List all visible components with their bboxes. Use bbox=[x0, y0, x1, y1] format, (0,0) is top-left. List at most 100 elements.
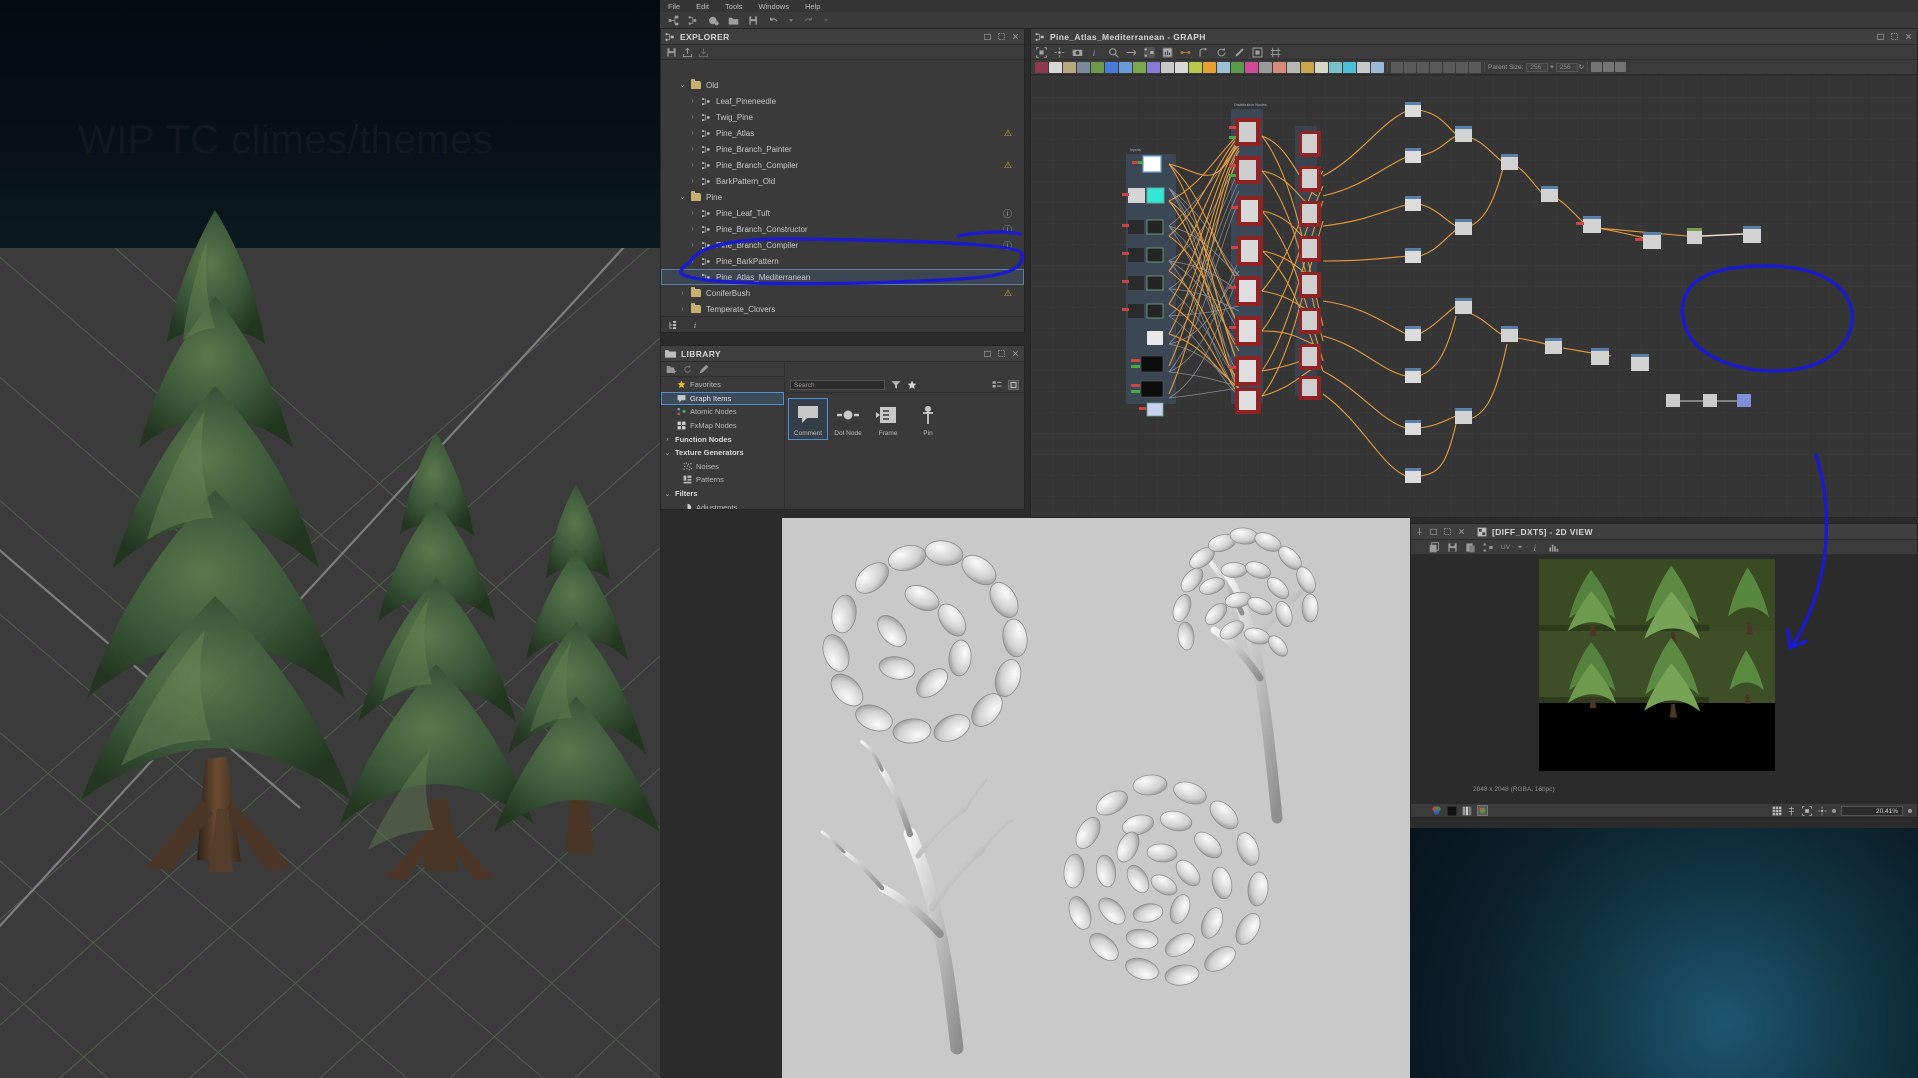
library-category-row[interactable]: Graph Items bbox=[661, 391, 784, 406]
link-icon[interactable] bbox=[1126, 47, 1137, 58]
pin-align-icon[interactable] bbox=[1603, 62, 1615, 72]
import-icon[interactable] bbox=[698, 47, 709, 58]
color-mode-icon[interactable] bbox=[1477, 805, 1488, 816]
alpha-icon[interactable] bbox=[1447, 806, 1457, 816]
graph-toolbar-secondary[interactable]: Parent Size: 256 ⚭ 256 ↻ bbox=[1031, 60, 1917, 75]
dot-pair-icon[interactable] bbox=[1591, 62, 1603, 72]
pivot-icon[interactable] bbox=[1054, 47, 1065, 58]
maximize-icon[interactable] bbox=[1443, 527, 1452, 536]
new-graph-icon[interactable] bbox=[668, 15, 679, 26]
library-search-bar[interactable]: Search bbox=[785, 378, 1024, 393]
graph-node-preset-chip[interactable] bbox=[1273, 61, 1286, 73]
view-3d-icon[interactable] bbox=[1404, 61, 1416, 73]
explorer-graph-row[interactable]: › Pine_Branch_Compiler ⚠ bbox=[661, 157, 1024, 173]
export-icon[interactable] bbox=[682, 47, 693, 58]
new-category-icon[interactable] bbox=[666, 364, 677, 375]
dot-node-icon[interactable] bbox=[1443, 61, 1455, 73]
graph-node-preset-chip[interactable] bbox=[1301, 61, 1314, 73]
zoom-level-field[interactable]: 20.41% bbox=[1841, 805, 1903, 816]
library-category-row[interactable]: Adjustments bbox=[661, 500, 784, 509]
maximize-icon[interactable] bbox=[997, 349, 1006, 358]
reset-icon[interactable]: ↻ bbox=[1579, 63, 1584, 71]
graph-node-preset-chip[interactable] bbox=[1035, 61, 1048, 73]
pen-icon[interactable] bbox=[1234, 47, 1245, 58]
hierarchy-icon[interactable] bbox=[668, 320, 678, 330]
zoom-out-dot[interactable] bbox=[1832, 808, 1836, 813]
explorer-folder-row[interactable]: ⌄ Pine bbox=[661, 189, 1024, 205]
mesh-preview-canvas[interactable] bbox=[782, 518, 1410, 1078]
chevron-right-icon[interactable]: › bbox=[679, 306, 686, 313]
histogram-icon[interactable] bbox=[1548, 542, 1559, 553]
link-size-icon[interactable]: ⚭ bbox=[1549, 63, 1554, 71]
restore-icon[interactable] bbox=[1429, 527, 1438, 536]
explorer-graph-row[interactable]: › Pine_Branch_Painter bbox=[661, 141, 1024, 157]
list-view-icon[interactable] bbox=[992, 380, 1002, 390]
explorer-footer[interactable]: i bbox=[661, 316, 1024, 332]
chevron-right-icon[interactable]: › bbox=[689, 210, 696, 217]
viewport-3d[interactable]: WIP TC climes/themes bbox=[0, 0, 660, 1078]
chevron-right-icon[interactable]: › bbox=[689, 274, 696, 281]
center-icon[interactable] bbox=[1817, 806, 1827, 816]
info-italic-icon[interactable]: i bbox=[1090, 47, 1101, 58]
graph-node-preset-chip[interactable] bbox=[1063, 61, 1076, 73]
reroute-icon[interactable] bbox=[1198, 47, 1209, 58]
frame-sel-icon[interactable] bbox=[1252, 47, 1263, 58]
graph-node-preset-chip[interactable] bbox=[1357, 61, 1370, 73]
info-badge-icon[interactable]: ⓘ bbox=[1003, 223, 1012, 236]
explorer-graph-row[interactable]: › Pine_Branch_Compiler ⓘ bbox=[661, 237, 1024, 253]
view2d-footer[interactable]: 20.41% bbox=[1411, 803, 1917, 817]
graph-node-preset-chip[interactable] bbox=[1343, 61, 1356, 73]
fit-icon[interactable] bbox=[1802, 805, 1812, 816]
chevron-right-icon[interactable]: › bbox=[689, 130, 696, 137]
chevron-right-icon[interactable]: › bbox=[689, 146, 696, 153]
menu-help[interactable]: Help bbox=[805, 2, 820, 11]
graph-node-preset-chip[interactable] bbox=[1287, 61, 1300, 73]
close-icon[interactable] bbox=[1011, 349, 1020, 358]
search-input[interactable]: Search bbox=[790, 380, 885, 390]
graph-node-icon[interactable] bbox=[1144, 46, 1155, 58]
explorer-graph-row[interactable]: › Pine_Leaf_Tuft ⓘ bbox=[661, 205, 1024, 221]
app-toolbar[interactable] bbox=[660, 12, 1918, 29]
view-dep-icon[interactable] bbox=[1417, 61, 1429, 73]
refresh-icon[interactable] bbox=[682, 364, 693, 375]
graph-node-preset-chip[interactable] bbox=[1189, 61, 1202, 73]
explorer-graph-row[interactable]: › Leaf_Pineneedle bbox=[661, 93, 1024, 109]
library-category-row[interactable]: › Function Nodes bbox=[661, 432, 784, 446]
pin-icon[interactable] bbox=[1415, 527, 1424, 536]
app-menu-bar[interactable]: File Edit Tools Windows Help bbox=[660, 0, 1918, 12]
chevron-right-icon[interactable]: › bbox=[689, 242, 696, 249]
grid-icon[interactable] bbox=[1772, 806, 1782, 816]
close-icon[interactable] bbox=[1011, 32, 1020, 41]
close-icon[interactable] bbox=[1904, 32, 1913, 41]
restore-icon[interactable] bbox=[983, 349, 992, 358]
graph-canvas[interactable]: Inputs Distribution Nodes bbox=[1031, 76, 1917, 517]
distribute-icon[interactable] bbox=[1615, 62, 1627, 72]
paste-icon[interactable] bbox=[1465, 542, 1476, 553]
graph-node-preset-chip[interactable] bbox=[1259, 61, 1272, 73]
undo-icon[interactable] bbox=[768, 15, 779, 26]
graph-node-preset-chip[interactable] bbox=[1231, 61, 1244, 73]
parent-size-height-field[interactable]: 256 bbox=[1555, 62, 1578, 72]
library-category-row[interactable]: Noises bbox=[661, 460, 784, 474]
channel-label[interactable]: UV bbox=[1501, 544, 1510, 551]
explorer-graph-row[interactable]: › Pine_Atlas ⚠ bbox=[661, 125, 1024, 141]
pin-icon[interactable] bbox=[1469, 61, 1481, 73]
graph-icon[interactable] bbox=[1483, 542, 1494, 553]
chevron-right-icon[interactable]: › bbox=[689, 98, 696, 105]
library-toolbar[interactable] bbox=[661, 362, 785, 377]
graph-node-preset-chip[interactable] bbox=[1147, 61, 1160, 73]
align-icon[interactable] bbox=[1270, 47, 1281, 58]
explorer-folder-row[interactable]: ⌄ Old bbox=[661, 77, 1024, 93]
chevron-right-icon[interactable]: › bbox=[689, 114, 696, 121]
explorer-toolbar[interactable] bbox=[661, 45, 1024, 60]
library-category-row[interactable]: Atomic Nodes bbox=[661, 405, 784, 419]
graph-node-preset-chip[interactable] bbox=[1133, 61, 1146, 73]
warning-icon[interactable]: ⚠ bbox=[1004, 160, 1012, 171]
library-node-card[interactable]: Pin bbox=[909, 399, 947, 439]
mesh-preview-panel[interactable] bbox=[782, 518, 1410, 1078]
filter-icon[interactable] bbox=[891, 380, 901, 390]
save-icon[interactable] bbox=[666, 47, 677, 58]
explorer-graph-row[interactable]: › Pine_Atlas_Mediterranean bbox=[661, 269, 1024, 285]
chevron-down-icon[interactable]: ⌄ bbox=[679, 81, 686, 89]
warning-icon[interactable]: ⚠ bbox=[1004, 288, 1012, 299]
